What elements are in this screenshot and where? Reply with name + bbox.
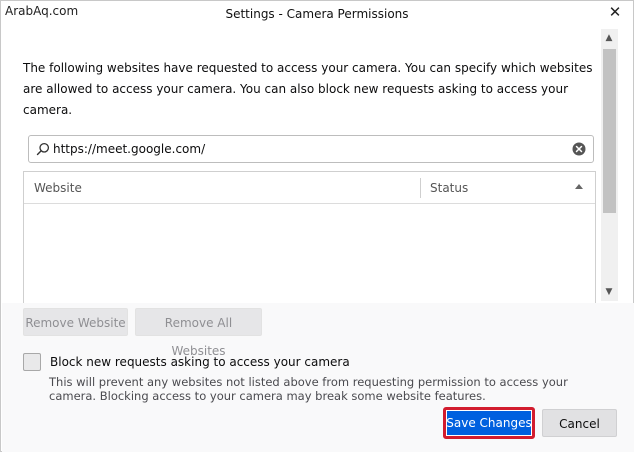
- search-icon: [36, 142, 50, 156]
- footer-panel: Remove Website Remove All Websites Block…: [2, 303, 634, 452]
- window-title: Settings - Camera Permissions: [225, 7, 409, 21]
- permissions-table: Website Status: [23, 171, 596, 303]
- table-header: Website Status: [24, 172, 595, 204]
- clear-icon[interactable]: [572, 142, 586, 156]
- search-box[interactable]: [28, 135, 594, 163]
- block-requests-note: This will prevent any websites not liste…: [49, 375, 568, 403]
- remove-all-websites-button[interactable]: Remove All Websites: [135, 308, 262, 358]
- description-text: The following websites have requested to…: [23, 61, 593, 117]
- title-bar: ArabAq.com Settings - Camera Permissions…: [1, 1, 633, 29]
- column-header-website[interactable]: Website: [34, 181, 82, 195]
- sort-ascending-icon[interactable]: [575, 184, 583, 189]
- block-requests-label[interactable]: Block new requests asking to access your…: [50, 355, 350, 369]
- scroll-up-icon[interactable]: ▲: [604, 33, 614, 43]
- search-input[interactable]: [53, 139, 563, 159]
- vertical-scrollbar[interactable]: ▲ ▼: [601, 29, 618, 301]
- remove-website-button[interactable]: Remove Website: [23, 308, 128, 336]
- save-changes-button[interactable]: Save Changes: [443, 407, 535, 439]
- camera-permissions-dialog: ArabAq.com Settings - Camera Permissions…: [0, 0, 634, 452]
- table-body: [24, 204, 595, 303]
- content-area: The following websites have requested to…: [2, 29, 600, 303]
- column-separator[interactable]: [420, 178, 421, 198]
- scroll-thumb[interactable]: [603, 49, 616, 213]
- scroll-down-icon[interactable]: ▼: [604, 287, 614, 297]
- cancel-button[interactable]: Cancel: [542, 409, 617, 437]
- close-icon[interactable]: ✕: [607, 4, 623, 20]
- column-header-status[interactable]: Status: [430, 181, 468, 195]
- block-requests-checkbox[interactable]: [23, 353, 41, 371]
